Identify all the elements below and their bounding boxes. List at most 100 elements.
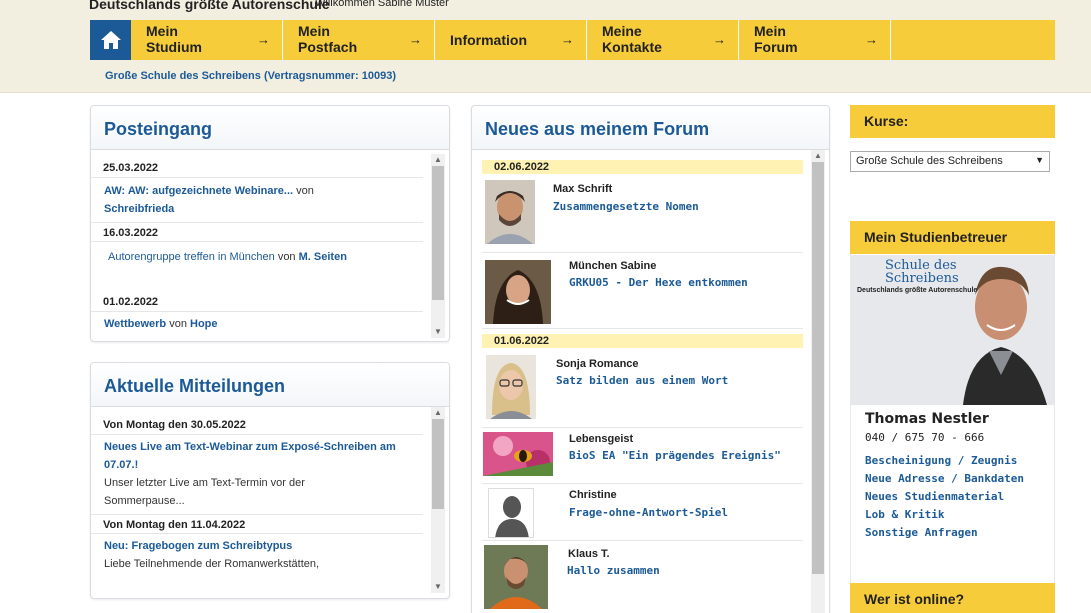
list-item: AW: AW: aufgezeichnete Webinare... von S… — [91, 178, 429, 222]
advisor-phone: 040 / 675 70 - 666 — [865, 431, 985, 444]
by-word: von — [296, 185, 314, 197]
inbox-list: 25.03.2022 AW: AW: aufgezeichnete Webina… — [91, 150, 449, 341]
forum-topic-link[interactable]: Frage-ohne-Antwort-Spiel — [569, 506, 728, 519]
list-item: Neu: Fragebogen zum Schreibtypus Liebe T… — [91, 534, 423, 577]
advisor-photo: Schule des Schreibens Deutschlands größt… — [851, 255, 1055, 405]
scroll-down-icon[interactable]: ▼ — [431, 326, 445, 338]
news-teaser: Unser letzter Live am Text-Termin vor de… — [104, 477, 305, 507]
page-header: Deutschlands größte Autorenschule Willko… — [0, 0, 1091, 93]
contract-link[interactable]: Große Schule des Schreibens (Vertragsnum… — [105, 70, 396, 82]
inbox-panel: Posteingang 25.03.2022 AW: AW: aufgezeic… — [90, 105, 450, 342]
message-subject-link[interactable]: Autorengruppe treffen in München — [108, 251, 275, 263]
main-navigation: Mein Studium → Mein Postfach → Informati… — [90, 20, 1055, 60]
divider — [482, 483, 803, 484]
divider — [482, 427, 803, 428]
forum-scrollbar[interactable]: ▲ — [811, 150, 825, 613]
forum-title: Neues aus meinem Forum — [472, 106, 829, 150]
list-item: Neues Live am Text-Webinar zum Exposé-Sc… — [91, 435, 423, 514]
forum-date: 01.06.2022 — [482, 334, 803, 348]
message-sender-link[interactable]: Hope — [190, 318, 218, 330]
arrow-right-icon: → — [713, 32, 726, 47]
course-select[interactable]: Große Schule des Schreibens ▼ — [850, 151, 1050, 172]
forum-panel: Neues aus meinem Forum 02.06.2022 Max Sc… — [471, 105, 830, 613]
forum-author: Lebensgeist — [569, 433, 634, 445]
online-title: Wer ist online? — [850, 583, 1055, 613]
welcome-text: Willkommen Sabine Muster — [315, 0, 449, 9]
scroll-thumb[interactable] — [432, 419, 444, 509]
nav-meine-kontakte[interactable]: Meine Kontakte → — [587, 20, 739, 60]
advisor-link-feedback[interactable]: Lob & Kritik — [865, 506, 1024, 524]
nav-information[interactable]: Information → — [435, 20, 587, 60]
forum-topic-link[interactable]: Hallo zusammen — [567, 564, 660, 577]
news-title: Aktuelle Mitteilungen — [91, 363, 449, 407]
scroll-up-icon[interactable]: ▲ — [811, 150, 825, 162]
forum-date: 02.06.2022 — [482, 160, 803, 174]
forum-topic-link[interactable]: Zusammengesetzte Nomen — [553, 200, 699, 213]
news-date: Von Montag den 11.04.2022 — [91, 514, 423, 534]
news-title-link[interactable]: Neues Live am Text-Webinar zum Exposé-Sc… — [104, 438, 417, 474]
forum-author: Max Schrift — [553, 183, 613, 195]
arrow-right-icon: → — [257, 32, 270, 47]
forum-topic-link[interactable]: BioS EA "Ein prägendes Ereignis" — [569, 449, 781, 462]
avatar-placeholder-icon — [488, 488, 534, 538]
avatar — [486, 355, 536, 419]
divider — [482, 328, 803, 329]
avatar — [483, 432, 553, 476]
by-word: von — [169, 318, 187, 330]
forum-topic-link[interactable]: Satz bilden aus einem Wort — [556, 374, 728, 387]
logo-tagline: Deutschlands größte Autorenschule — [857, 287, 978, 294]
arrow-right-icon: → — [561, 32, 574, 47]
advisor-link-other[interactable]: Sonstige Anfragen — [865, 524, 1024, 542]
avatar — [484, 545, 548, 609]
advisor-links: Bescheinigung / Zeugnis Neue Adresse / B… — [865, 452, 1024, 542]
nav-filler — [891, 20, 1055, 60]
avatar — [485, 260, 551, 324]
advisor-link-certificate[interactable]: Bescheinigung / Zeugnis — [865, 452, 1024, 470]
scroll-thumb[interactable] — [432, 166, 444, 300]
scroll-up-icon[interactable]: ▲ — [431, 407, 445, 419]
school-logo: Schule des Schreibens Deutschlands größt… — [857, 259, 978, 294]
list-item: Wettbewerb von Hope — [91, 312, 429, 337]
news-title-link[interactable]: Neu: Fragebogen zum Schreibtypus — [104, 537, 423, 555]
news-list: Von Montag den 30.05.2022 Neues Live am … — [91, 407, 449, 598]
news-panel: Aktuelle Mitteilungen Von Montag den 30.… — [90, 362, 450, 599]
message-subject-link[interactable]: AW: AW: aufgezeichnete Webinare... — [104, 185, 293, 197]
user-name: Sabine Muster — [377, 0, 449, 9]
inbox-title: Posteingang — [91, 106, 449, 150]
forum-author: Christine — [569, 489, 617, 501]
message-date: 25.03.2022 — [91, 158, 423, 178]
message-subject-link[interactable]: Wettbewerb — [104, 318, 166, 330]
divider — [482, 540, 803, 541]
scroll-down-icon[interactable]: ▼ — [431, 581, 445, 593]
home-icon — [100, 31, 121, 49]
news-scrollbar[interactable]: ▲ ▼ — [431, 407, 445, 593]
nav-mein-postfach[interactable]: Mein Postfach → — [283, 20, 435, 60]
message-sender-link[interactable]: M. Seiten — [299, 251, 347, 263]
message-date: 16.03.2022 — [91, 222, 423, 242]
news-teaser: Liebe Teilnehmende der Romanwerkstätten, — [104, 558, 320, 570]
advisor-link-material[interactable]: Neues Studienmaterial — [865, 488, 1024, 506]
advisor-name: Thomas Nestler — [865, 411, 989, 427]
message-date: 01.02.2022 — [91, 292, 423, 312]
inbox-scrollbar[interactable]: ▲ ▼ — [431, 154, 445, 338]
scroll-thumb[interactable] — [812, 162, 824, 574]
forum-author: München Sabine — [569, 260, 657, 272]
by-word: von — [277, 251, 296, 263]
brand-tagline: Deutschlands größte Autorenschule — [89, 0, 330, 12]
advisor-link-address[interactable]: Neue Adresse / Bankdaten — [865, 470, 1024, 488]
forum-author: Sonja Romance — [556, 358, 639, 370]
arrow-right-icon: → — [409, 32, 422, 47]
logo-line: Schreibens — [885, 271, 959, 286]
list-item: Autorengruppe treffen in München von M. … — [91, 242, 429, 292]
forum-list: 02.06.2022 Max Schrift Zusammengesetzte … — [472, 150, 829, 613]
divider — [482, 252, 803, 253]
forum-topic-link[interactable]: GRKU05 - Der Hexe entkommen — [569, 276, 748, 289]
scroll-up-icon[interactable]: ▲ — [431, 154, 445, 166]
nav-mein-forum[interactable]: Mein Forum → — [739, 20, 891, 60]
nav-mein-studium[interactable]: Mein Studium → — [131, 20, 283, 60]
forum-author: Klaus T. — [568, 548, 610, 560]
message-sender-link[interactable]: Schreibfrieda — [104, 203, 174, 215]
welcome-prefix: Willkommen — [315, 0, 375, 9]
chevron-down-icon: ▼ — [1035, 155, 1044, 165]
home-button[interactable] — [90, 20, 131, 60]
